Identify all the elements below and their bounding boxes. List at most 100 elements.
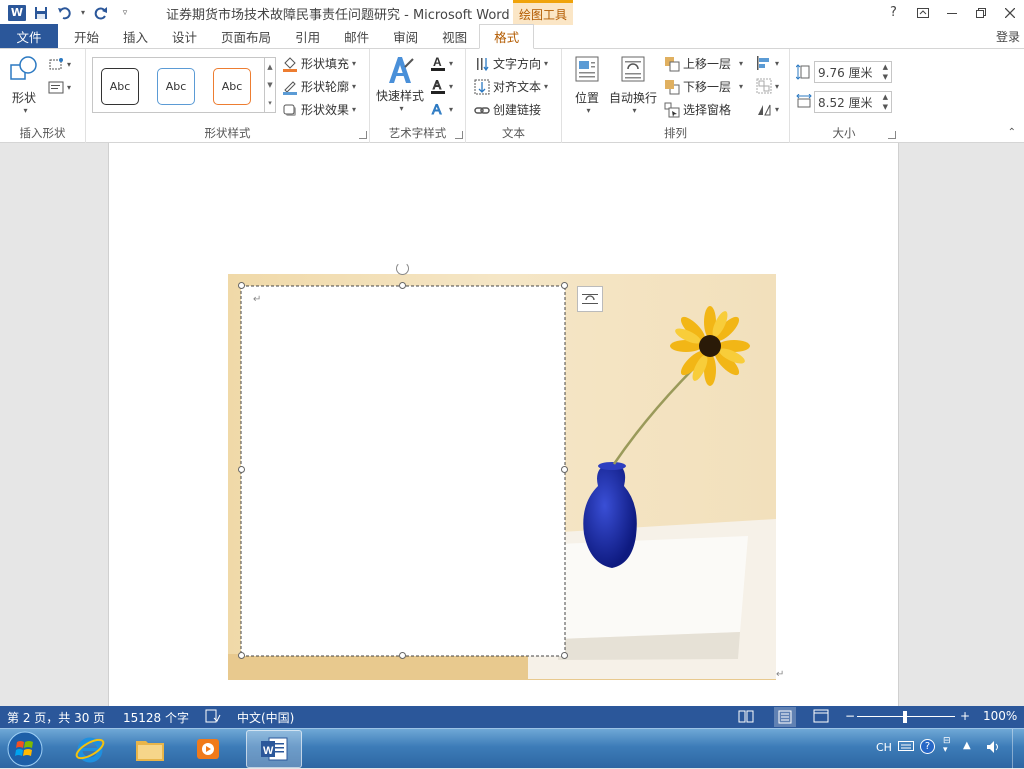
shape-height-input[interactable]: 9.76 厘米 ▲ ▼ — [814, 61, 892, 83]
tab-mailings[interactable]: 邮件 — [332, 25, 381, 48]
save-icon[interactable] — [30, 2, 52, 24]
selection-pane-button[interactable]: 选择窗格 — [664, 101, 731, 118]
text-effects-button[interactable]: A ▾ — [430, 101, 454, 117]
quick-styles-button[interactable]: 快速样式 ▾ — [374, 53, 426, 113]
login-link[interactable]: 登录 — [996, 25, 1024, 48]
resize-handle-bm[interactable] — [399, 652, 406, 659]
redo-icon[interactable] — [90, 2, 112, 24]
create-link-button[interactable]: 创建链接 — [474, 101, 541, 118]
shape-styles-launcher-icon[interactable] — [359, 131, 367, 139]
zoom-level[interactable]: 100% — [983, 709, 1017, 723]
volume-icon[interactable] — [986, 740, 1002, 757]
tab-design[interactable]: 设计 — [160, 25, 209, 48]
zoom-out-icon[interactable]: − — [845, 709, 855, 723]
group-objects-icon — [756, 78, 772, 94]
page-count[interactable]: 第 2 页，共 30 页 — [7, 709, 105, 726]
document-page[interactable]: ↵ ↵ — [108, 143, 899, 706]
close-icon[interactable] — [995, 0, 1024, 25]
start-button[interactable] — [0, 730, 50, 768]
resize-handle-br[interactable] — [561, 652, 568, 659]
position-button[interactable]: 位置 ▾ — [570, 55, 604, 115]
ribbon-display-options-icon[interactable] — [908, 0, 937, 25]
style-sample-black[interactable]: Abc — [101, 68, 139, 105]
show-hidden-icons-icon[interactable]: ▲ — [963, 740, 971, 751]
keyboard-icon[interactable] — [898, 740, 914, 755]
rotate-handle-icon[interactable] — [396, 262, 409, 275]
resize-handle-tl[interactable] — [238, 282, 245, 289]
align-objects-button[interactable]: ▾ — [756, 55, 779, 71]
draw-textbox-button[interactable]: ▾ — [48, 80, 71, 94]
tab-view[interactable]: 视图 — [430, 25, 479, 48]
undo-icon[interactable] — [54, 2, 76, 24]
tab-references[interactable]: 引用 — [283, 25, 332, 48]
proofing-icon[interactable] — [205, 709, 221, 726]
shape-effects-button[interactable]: 形状效果 ▾ — [282, 101, 356, 118]
input-language-indicator[interactable]: CH — [876, 741, 892, 754]
windows-taskbar: W CH ? ⊟ ▾ ▲ — [0, 728, 1024, 769]
style-sample-blue[interactable]: Abc — [157, 68, 195, 105]
style-sample-orange[interactable]: Abc — [213, 68, 251, 105]
resize-handle-bl[interactable] — [238, 652, 245, 659]
web-layout-icon[interactable] — [813, 709, 829, 726]
drawing-tools-context-label: 绘图工具 — [513, 0, 573, 25]
text-direction-button[interactable]: 文字方向 ▾ — [474, 55, 548, 72]
resize-handle-mr[interactable] — [561, 466, 568, 473]
wordart-launcher-icon[interactable] — [455, 131, 463, 139]
edit-shape-button[interactable]: ▾ — [48, 57, 71, 71]
size-launcher-icon[interactable] — [888, 131, 896, 139]
language-indicator[interactable]: 中文(中国) — [237, 709, 294, 726]
resize-handle-tr[interactable] — [561, 282, 568, 289]
tab-page-layout[interactable]: 页面布局 — [209, 25, 283, 48]
text-direction-icon — [477, 57, 489, 71]
minimize-icon[interactable] — [937, 0, 966, 25]
tab-review[interactable]: 审阅 — [381, 25, 430, 48]
tab-insert[interactable]: 插入 — [111, 25, 160, 48]
zoom-slider-thumb[interactable] — [903, 711, 907, 723]
shape-outline-button[interactable]: 形状轮廓 ▾ — [282, 78, 356, 95]
paint-bucket-icon — [283, 56, 297, 72]
media-player-taskbar-button[interactable] — [182, 730, 238, 768]
tab-format[interactable]: 格式 — [479, 24, 535, 49]
restore-icon[interactable] — [966, 0, 995, 25]
edit-shape-icon — [49, 58, 63, 70]
group-objects-button[interactable]: ▾ — [756, 78, 779, 94]
rotate-objects-button[interactable]: ▾ — [756, 101, 779, 117]
text-outline-button[interactable]: A ▾ — [430, 78, 453, 94]
flower-vase-picture[interactable] — [228, 274, 776, 680]
align-text-button[interactable]: 对齐文本 ▾ — [474, 78, 548, 95]
word-count[interactable]: 15128 个字 — [123, 709, 189, 726]
ime-help-icon[interactable]: ? — [920, 739, 935, 754]
collapse-ribbon-icon[interactable]: ⌃ — [1008, 127, 1016, 138]
bring-forward-button[interactable]: 上移一层 ▾ — [664, 55, 743, 72]
shape-width-input[interactable]: 8.52 厘米 ▲ ▼ — [814, 91, 892, 113]
resize-handle-tm[interactable] — [399, 282, 406, 289]
wordart-a-icon — [389, 57, 414, 83]
show-desktop-button[interactable] — [1012, 729, 1024, 769]
gallery-scroll[interactable]: ▲ ▼ ▾ — [264, 58, 275, 112]
resize-handle-ml[interactable] — [238, 466, 245, 473]
zoom-in-icon[interactable]: + — [960, 709, 970, 723]
print-layout-icon[interactable] — [774, 707, 796, 727]
tab-home[interactable]: 开始 — [58, 25, 111, 48]
send-backward-button[interactable]: 下移一层 ▾ — [664, 78, 743, 95]
layout-options-button[interactable] — [577, 286, 603, 312]
rotate-icon — [758, 104, 771, 116]
textbox-icon — [48, 81, 64, 94]
shape-height-icon — [796, 64, 810, 80]
undo-dropdown-icon[interactable]: ▾ — [78, 2, 88, 24]
file-explorer-taskbar-button[interactable] — [122, 730, 178, 768]
help-button[interactable]: ? — [879, 0, 908, 25]
word-taskbar-button[interactable]: W — [246, 730, 302, 768]
send-backward-icon — [665, 79, 680, 94]
shape-fill-button[interactable]: 形状填充 ▾ — [282, 55, 356, 72]
wrap-text-button[interactable]: 自动换行 ▾ — [608, 55, 658, 115]
customize-qat-icon[interactable]: ▿ — [114, 2, 136, 24]
text-fill-button[interactable]: A ▾ — [430, 55, 453, 71]
internet-explorer-taskbar-button[interactable] — [62, 730, 118, 768]
word-app-icon[interactable]: W — [6, 2, 28, 24]
ime-options-icon[interactable]: ⊟ ▾ — [943, 737, 951, 755]
read-mode-icon[interactable] — [738, 709, 754, 726]
svg-text:A: A — [433, 78, 441, 92]
shapes-button[interactable]: 形状 ▾ — [6, 55, 42, 115]
tab-file[interactable]: 文件 — [0, 24, 58, 48]
